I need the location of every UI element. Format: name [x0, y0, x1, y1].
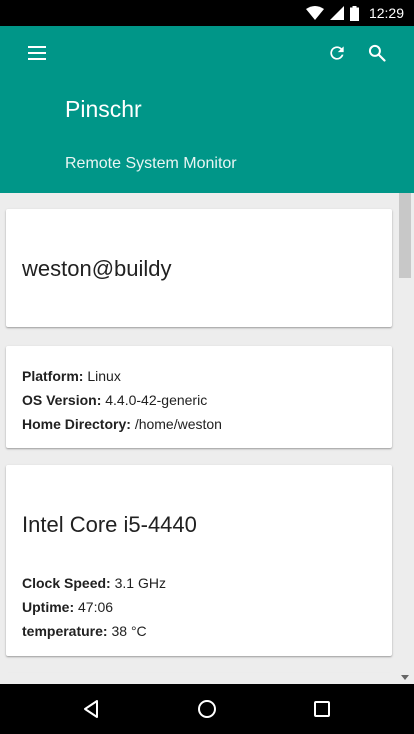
- temperature-row: temperature: 38 °C: [22, 619, 166, 643]
- cpu-card[interactable]: Intel Core i5-4440 Clock Speed: 3.1 GHz …: [6, 465, 392, 656]
- status-icons: 12:29: [305, 0, 404, 26]
- os-version-row: OS Version: 4.4.0-42-generic: [22, 388, 222, 412]
- clock-speed-value: 3.1 GHz: [114, 575, 166, 591]
- uptime-row: Uptime: 47:06: [22, 595, 166, 619]
- os-version-value: 4.4.0-42-generic: [105, 392, 208, 408]
- clock-speed-label: Clock Speed:: [22, 575, 111, 591]
- platform-card[interactable]: Platform: Linux OS Version: 4.4.0-42-gen…: [6, 346, 392, 448]
- clock-speed-row: Clock Speed: 3.1 GHz: [22, 571, 166, 595]
- user-host-card[interactable]: weston@buildy: [6, 209, 392, 327]
- search-icon: [368, 44, 386, 62]
- uptime-label: Uptime:: [22, 599, 75, 615]
- status-time: 12:29: [368, 5, 404, 21]
- back-icon: [84, 700, 98, 718]
- menu-button[interactable]: [17, 33, 57, 73]
- temperature-value: 38 °C: [111, 623, 147, 639]
- home-directory-label: Home Directory:: [22, 416, 131, 432]
- temperature-label: temperature:: [22, 623, 108, 639]
- app-bar: Pinschr Remote System Monitor: [0, 26, 414, 193]
- platform-row: Platform: Linux: [22, 364, 222, 388]
- refresh-button[interactable]: [317, 33, 357, 73]
- platform-value: Linux: [87, 368, 121, 384]
- home-directory-value: /home/weston: [134, 416, 222, 432]
- recent-apps-button[interactable]: [302, 689, 342, 729]
- scroll-down-arrow-icon[interactable]: [400, 672, 410, 682]
- search-button[interactable]: [357, 33, 397, 73]
- back-button[interactable]: [71, 689, 111, 729]
- refresh-icon: [330, 46, 344, 60]
- app-title: Pinschr: [65, 96, 142, 122]
- cpu-name: Intel Core i5-4440: [22, 512, 197, 537]
- uptime-value: 47:06: [78, 599, 114, 615]
- navigation-bar: [0, 684, 414, 734]
- home-directory-row: Home Directory: /home/weston: [22, 412, 222, 436]
- recent-apps-icon: [314, 701, 330, 717]
- platform-label: Platform:: [22, 368, 84, 384]
- scrollbar-thumb[interactable]: [399, 193, 411, 278]
- os-version-label: OS Version:: [22, 392, 102, 408]
- status-bar: 12:29: [0, 0, 414, 26]
- home-button[interactable]: [187, 689, 227, 729]
- user-host: weston@buildy: [22, 256, 172, 281]
- platform-details: Platform: Linux OS Version: 4.4.0-42-gen…: [22, 364, 222, 436]
- content-list[interactable]: weston@buildy Platform: Linux OS Version…: [0, 193, 414, 673]
- cpu-details: Clock Speed: 3.1 GHz Uptime: 47:06 tempe…: [22, 571, 166, 643]
- home-icon: [198, 700, 216, 718]
- battery-icon: [349, 5, 359, 21]
- menu-icon: [28, 46, 46, 60]
- wifi-icon: [305, 6, 324, 20]
- app-subtitle: Remote System Monitor: [65, 155, 237, 172]
- signal-icon: [329, 6, 344, 20]
